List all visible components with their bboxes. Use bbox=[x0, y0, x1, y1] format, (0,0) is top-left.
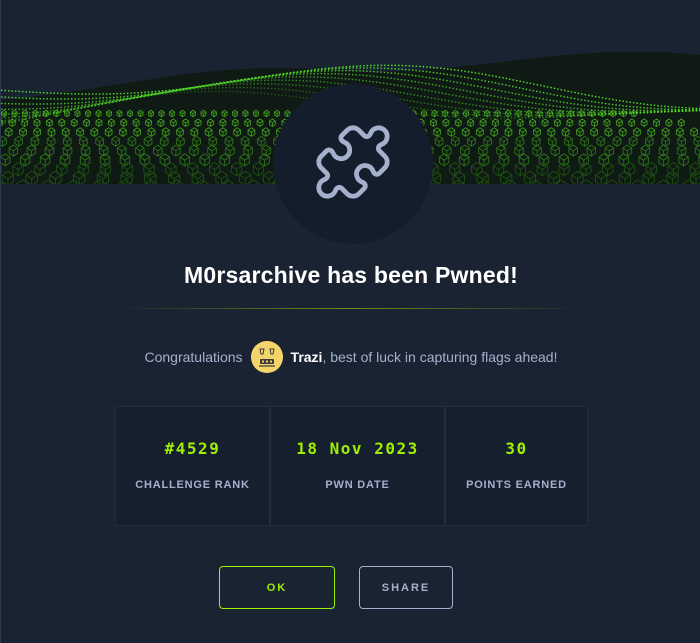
puzzle-icon bbox=[312, 121, 394, 208]
stat-points-earned: 30 POINTS EARNED bbox=[445, 406, 588, 526]
challenge-badge bbox=[273, 84, 433, 244]
stat-label: PWN DATE bbox=[325, 479, 390, 491]
stat-value: 18 Nov 2023 bbox=[296, 439, 419, 458]
title-divider bbox=[116, 308, 586, 309]
congrats-prefix: Congratulations bbox=[144, 349, 243, 365]
congrats-suffix: , best of luck in capturing flags ahead! bbox=[322, 349, 558, 365]
stat-pwn-date: 18 Nov 2023 PWN DATE bbox=[270, 406, 445, 526]
username: Trazi bbox=[290, 349, 323, 365]
congrats-message: Congratulations Trazi , best of luck in … bbox=[1, 340, 700, 374]
modal-title: M0rsarchive has been Pwned! bbox=[184, 262, 518, 288]
stat-challenge-rank: #4529 CHALLENGE RANK bbox=[115, 406, 270, 526]
stat-label: CHALLENGE RANK bbox=[135, 479, 250, 491]
user-avatar bbox=[250, 341, 283, 373]
share-button[interactable]: SHARE bbox=[359, 566, 453, 609]
stat-label: POINTS EARNED bbox=[466, 479, 567, 491]
stat-value: 30 bbox=[505, 439, 528, 458]
ok-button[interactable]: OK bbox=[219, 566, 335, 609]
pwned-modal: M0rsarchive has been Pwned! Congratulati… bbox=[0, 0, 700, 643]
stats-panel: #4529 CHALLENGE RANK 18 Nov 2023 PWN DAT… bbox=[115, 406, 588, 526]
stat-value: #4529 bbox=[164, 439, 221, 458]
